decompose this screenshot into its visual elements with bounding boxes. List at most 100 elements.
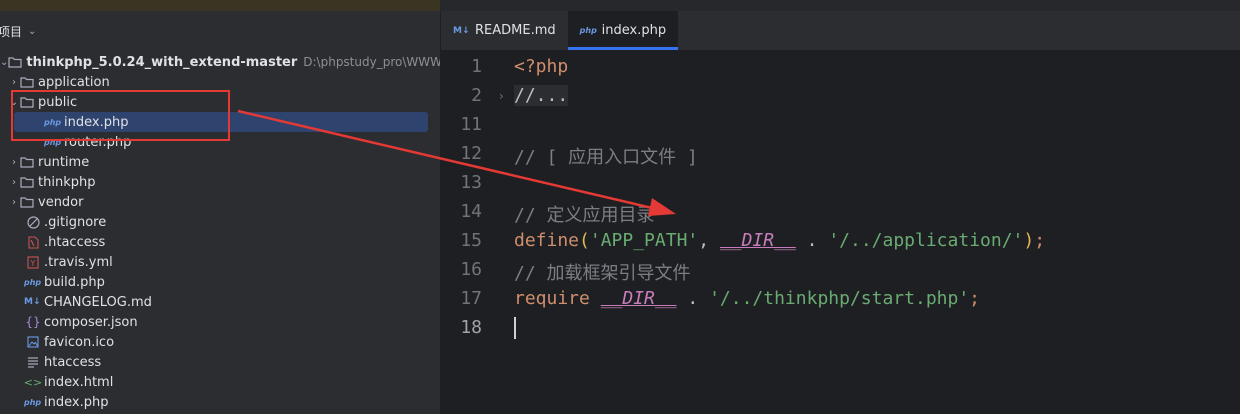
code-line-2-folded[interactable]: //... [514,85,569,106]
editor-area: M↓ README.md php index.php 1 2 › 11 12 1… [441,11,1240,414]
semicolon: ; [969,288,981,309]
fold-expand-icon[interactable]: › [499,89,504,103]
project-panel-header[interactable]: 项目 ⌄ [0,11,440,51]
folder-icon [20,175,34,189]
tab-label: index.php [601,23,667,38]
php-file-icon: php [24,277,42,287]
php-file-icon: php [579,26,597,35]
tree-item-htaccess-plain[interactable]: htaccess [0,352,440,372]
html-file-icon: <> [23,375,43,389]
tree-item-runtime[interactable]: › runtime [0,152,440,172]
string-app-path: 'APP_PATH' [589,230,699,251]
json-file-icon: {} [25,315,41,329]
chevron-down-icon[interactable]: ⌄ [28,26,36,37]
tree-item-htaccess[interactable]: .htaccess [0,232,440,252]
project-panel-title: 项目 [0,24,23,39]
tree-item-vendor[interactable]: › vendor [0,192,440,212]
line-number: 17 [460,288,482,309]
chevron-right-icon[interactable]: › [8,152,20,172]
line-number: 16 [460,259,482,280]
tree-item-label: thinkphp [38,174,96,190]
tree-item-thinkphp[interactable]: › thinkphp [0,172,440,192]
tree-item-composer-json[interactable]: {} composer.json [0,312,440,332]
line-number: 11 [460,114,482,135]
markdown-file-icon: M↓ [453,25,470,36]
dir-constant: __DIR__ [719,230,796,251]
folder-icon [20,95,34,109]
tree-item-router-php[interactable]: php router.php [0,132,440,152]
tree-root-label: thinkphp_5.0.24_with_extend-master [26,54,298,70]
tree-item-build-php[interactable]: php build.php [0,272,440,292]
concat-operator: . [676,288,710,309]
tree-item-changelog-md[interactable]: M↓ CHANGELOG.md [0,292,440,312]
tree-item-label: public [38,94,78,110]
tree-item-label: .gitignore [44,214,107,230]
tab-label: README.md [475,23,556,38]
chevron-down-icon[interactable]: ⌄ [0,52,8,72]
line-number: 1 [471,56,482,77]
string-application-path: '/../application/' [828,230,1024,251]
tree-root[interactable]: ⌄ thinkphp_5.0.24_with_extend-master D:\… [0,52,469,72]
tree-item-index-php-selected[interactable]: php index.php [14,112,428,132]
tree-item-label: index.php [64,114,129,130]
tree-item-label: CHANGELOG.md [44,294,152,310]
php-file-icon: php [44,117,62,127]
tree-item-label: composer.json [44,314,138,330]
svg-text:Y: Y [30,259,36,268]
tree-item-label: index.html [44,374,114,390]
tree-item-travis-yml[interactable]: Y .travis.yml [0,252,440,272]
code-line-15: define('APP_PATH', __DIR__ . '/../applic… [514,230,1045,251]
code-content[interactable]: <?php //... // [ 应用入口文件 ] // 定义应用目录 defi… [514,52,1240,414]
concat-operator: . [795,230,829,251]
line-number: 13 [460,172,482,193]
line-number: 15 [460,230,482,251]
tree-item-label: vendor [38,194,84,210]
code-line-1: <?php [514,56,569,77]
markdown-file-icon: M↓ [24,297,41,307]
image-file-icon [26,335,40,349]
text-cursor [514,317,516,339]
semicolon: ; [1034,230,1046,251]
define-function: define [514,230,580,251]
project-tree: ⌄ thinkphp_5.0.24_with_extend-master D:\… [0,52,469,412]
tab-readme-md[interactable]: M↓ README.md [441,11,568,50]
tree-item-gitignore[interactable]: .gitignore [0,212,440,232]
code-line-14: // 定义应用目录 [514,205,655,226]
tree-item-index-html[interactable]: <> index.html [0,372,440,392]
tree-item-public[interactable]: ⌄ public [0,92,440,112]
folder-icon [20,195,34,209]
tree-item-label: build.php [44,274,105,290]
tree-item-favicon-ico[interactable]: favicon.ico [0,332,440,352]
current-line-number: 18 [460,317,482,338]
window-top-strip [0,0,1240,11]
tree-item-label: router.php [64,134,132,150]
paren-close: ) [1023,230,1035,251]
folder-icon [20,75,34,89]
line-number: 12 [460,143,482,164]
dir-constant: __DIR__ [600,288,677,309]
line-number: 2 [471,85,482,106]
tree-item-index-php[interactable]: php index.php [0,392,440,412]
folder-icon [8,55,22,69]
tree-item-label: .htaccess [44,234,106,250]
comma: , [698,230,720,251]
folder-icon [20,155,34,169]
chevron-down-icon[interactable]: ⌄ [8,92,20,112]
paren-open: ( [579,230,590,251]
tree-item-application[interactable]: › application [0,72,440,92]
code-line-12: // [ 应用入口文件 ] [514,147,698,168]
text-file-icon [26,355,40,369]
line-number-gutter: 1 2 › 11 12 13 14 15 16 17 18 [441,52,513,414]
chevron-right-icon[interactable]: › [8,172,20,192]
line-number: 14 [460,201,482,222]
tree-item-label: application [38,74,110,90]
string-start-php-path: '/../thinkphp/start.php' [709,288,970,309]
chevron-right-icon[interactable]: › [8,192,20,212]
php-file-icon: php [44,137,62,147]
gitignore-icon [26,215,40,229]
chevron-right-icon[interactable]: › [8,72,20,92]
tab-index-php[interactable]: php index.php [567,11,679,50]
php-file-icon: php [24,397,42,407]
require-keyword: require [514,288,590,309]
